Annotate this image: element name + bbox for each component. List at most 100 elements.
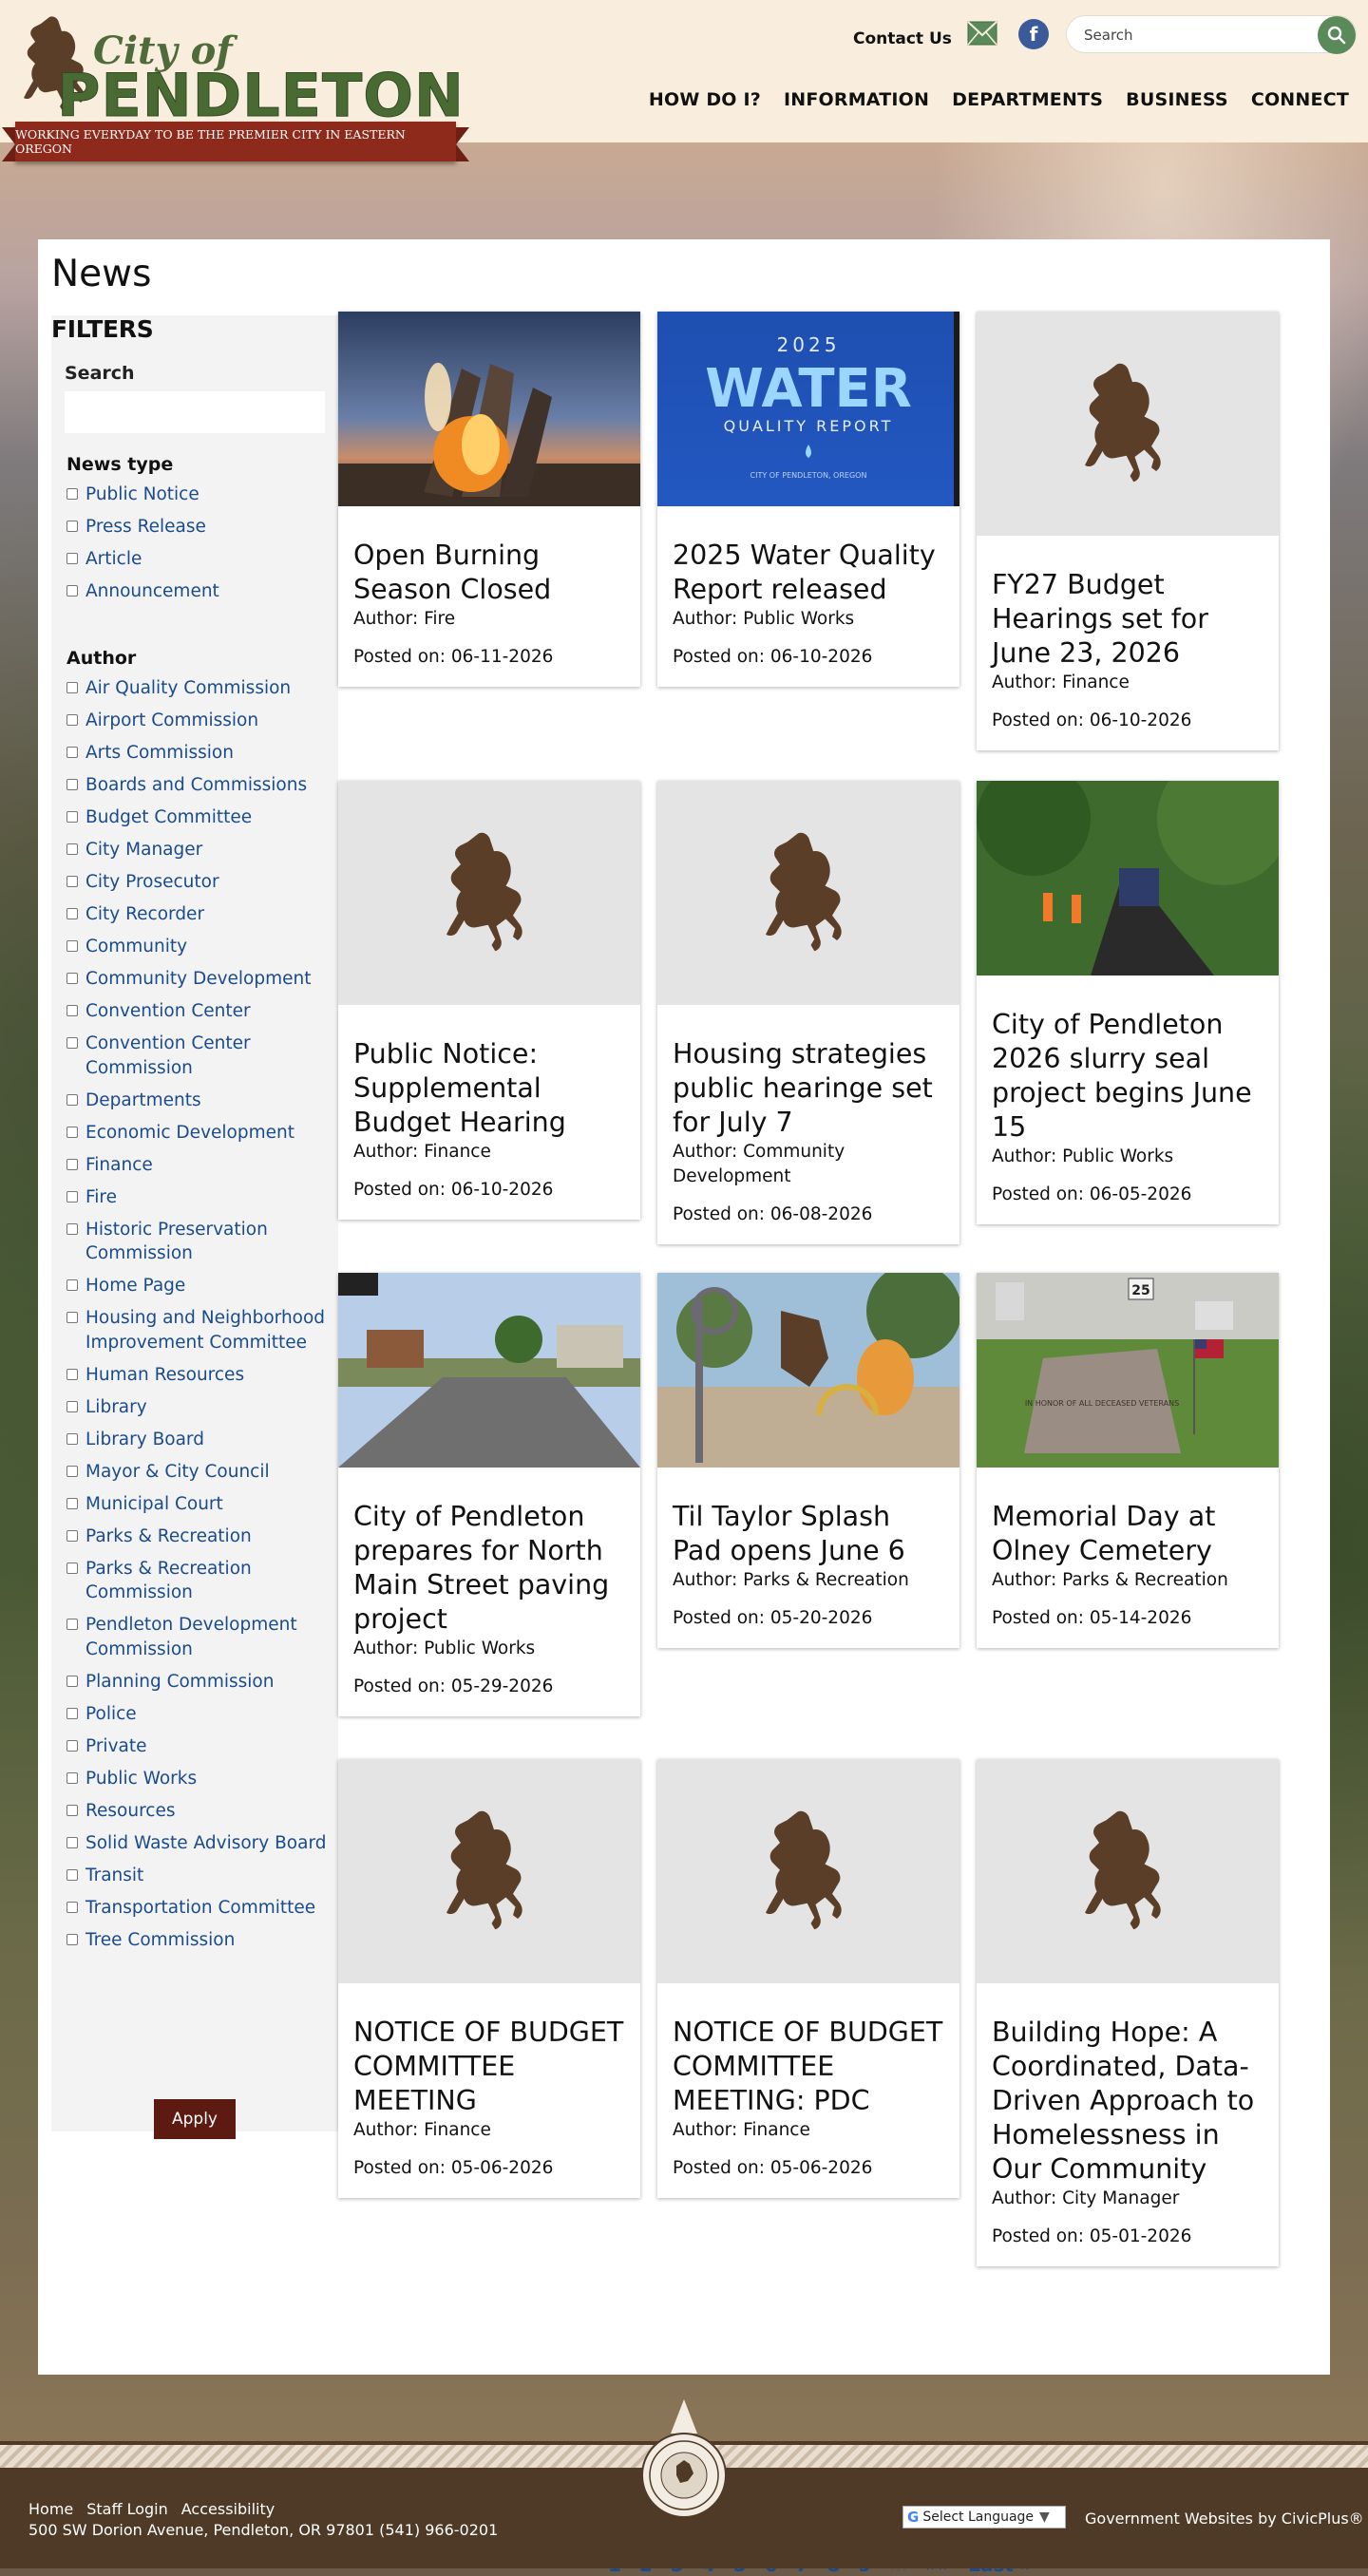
filter-author-historic-preservation-commission[interactable]: Historic Preservation Commission	[66, 1218, 336, 1266]
checkbox[interactable]	[66, 1432, 78, 1445]
checkbox[interactable]	[66, 488, 78, 500]
news-card-placeholder-image[interactable]	[977, 1759, 1279, 1983]
news-card-image[interactable]: 2025 WATER QUALITY REPORT CITY OF PENDLETON…	[657, 312, 960, 506]
filter-author-planning-commission[interactable]: Planning Commission	[66, 1670, 336, 1695]
checkbox[interactable]	[66, 811, 78, 823]
news-card-placeholder-image[interactable]	[657, 781, 960, 1005]
civicplus-credit[interactable]: Government Websites by CivicPlus®	[1085, 2510, 1364, 2528]
filter-news-type-article[interactable]: Article	[66, 547, 336, 572]
filter-option-label[interactable]: Mayor & City Council	[86, 1460, 270, 1485]
filter-option-label[interactable]: Press Release	[86, 515, 206, 540]
filter-author-resources[interactable]: Resources	[66, 1799, 336, 1824]
filter-author-library[interactable]: Library	[66, 1395, 336, 1420]
news-card-title[interactable]: Til Taylor Splash Pad opens June 6	[673, 1500, 944, 1568]
filter-option-label[interactable]: Economic Development	[86, 1121, 294, 1146]
checkbox[interactable]	[66, 1836, 78, 1848]
checkbox[interactable]	[66, 1190, 78, 1203]
filter-option-label[interactable]: Solid Waste Advisory Board	[86, 1831, 327, 1856]
filter-option-label[interactable]: Parks & Recreation Commission	[86, 1557, 336, 1605]
filter-news-type-press-release[interactable]: Press Release	[66, 515, 336, 540]
filter-author-boards-and-commissions[interactable]: Boards and Commissions	[66, 773, 336, 798]
filter-news-type-announcement[interactable]: Announcement	[66, 579, 336, 604]
filter-option-label[interactable]: Article	[86, 547, 142, 572]
checkbox[interactable]	[66, 1368, 78, 1380]
news-card-image[interactable]	[338, 312, 640, 506]
site-search-button[interactable]	[1318, 16, 1356, 54]
filter-option-label[interactable]: Convention Center	[86, 999, 251, 1024]
filter-author-parks-and-recreation[interactable]: Parks & Recreation	[66, 1525, 336, 1549]
checkbox[interactable]	[66, 682, 78, 693]
filter-option-label[interactable]: Air Quality Commission	[86, 676, 291, 701]
news-card-title[interactable]: NOTICE OF BUDGET COMMITTEE MEETING	[353, 2016, 625, 2118]
filter-author-city-prosecutor[interactable]: City Prosecutor	[66, 870, 336, 895]
filter-option-label[interactable]: Fire	[86, 1185, 117, 1210]
checkbox[interactable]	[66, 779, 78, 790]
filter-option-label[interactable]: Parks & Recreation	[86, 1525, 252, 1549]
filter-author-private[interactable]: Private	[66, 1734, 336, 1759]
footer-home-link[interactable]: Home	[28, 2500, 73, 2518]
news-card-title[interactable]: Housing strategies public hearinge set f…	[673, 1037, 944, 1140]
checkbox[interactable]	[66, 553, 78, 564]
filter-author-city-manager[interactable]: City Manager	[66, 838, 336, 862]
filter-option-label[interactable]: City Manager	[86, 838, 202, 862]
filter-author-city-recorder[interactable]: City Recorder	[66, 902, 336, 927]
checkbox[interactable]	[66, 1312, 78, 1323]
news-card-title[interactable]: Building Hope: A Coordinated, Data-Drive…	[992, 2016, 1264, 2187]
filter-author-parks-and-recreation-commission[interactable]: Parks & Recreation Commission	[66, 1557, 336, 1605]
filter-author-fire[interactable]: Fire	[66, 1185, 336, 1210]
language-select[interactable]: G Select Language ▼	[902, 2506, 1066, 2529]
filter-option-label[interactable]: Library Board	[86, 1428, 204, 1452]
news-card[interactable]: 25 IN HONOR OF ALL DECEASED VETERANS Memor…	[977, 1273, 1279, 1648]
news-card-image[interactable]: 25 IN HONOR OF ALL DECEASED VETERANS	[977, 1273, 1279, 1468]
news-card-image[interactable]	[657, 1273, 960, 1468]
filter-author-transit[interactable]: Transit	[66, 1864, 336, 1888]
checkbox[interactable]	[66, 1868, 78, 1881]
news-card[interactable]: Building Hope: A Coordinated, Data-Drive…	[977, 1759, 1279, 2266]
site-logo[interactable]: City of PENDLETON	[17, 11, 464, 131]
news-card-placeholder-image[interactable]	[338, 1759, 640, 1983]
checkbox[interactable]	[66, 940, 78, 952]
checkbox[interactable]	[66, 1279, 78, 1291]
filter-option-label[interactable]: Community	[86, 935, 187, 959]
news-card[interactable]: NOTICE OF BUDGET COMMITTEE MEETING Author…	[338, 1759, 640, 2198]
filter-author-human-resources[interactable]: Human Resources	[66, 1363, 336, 1388]
filter-option-label[interactable]: Planning Commission	[86, 1670, 274, 1695]
news-card-title[interactable]: Public Notice: Supplemental Budget Heari…	[353, 1037, 625, 1140]
footer-staff-login-link[interactable]: Staff Login	[86, 2500, 168, 2518]
filter-option-label[interactable]: Transit	[86, 1864, 143, 1888]
filter-author-air-quality-commission[interactable]: Air Quality Commission	[66, 676, 336, 701]
checkbox[interactable]	[66, 1126, 78, 1138]
checkbox[interactable]	[66, 1804, 78, 1816]
news-card-placeholder-image[interactable]	[657, 1759, 960, 1983]
news-card[interactable]: NOTICE OF BUDGET COMMITTEE MEETING: PDC A…	[657, 1759, 960, 2198]
filter-author-economic-development[interactable]: Economic Development	[66, 1121, 336, 1146]
filter-option-label[interactable]: Boards and Commissions	[86, 773, 307, 798]
filter-author-public-works[interactable]: Public Works	[66, 1767, 336, 1791]
checkbox[interactable]	[66, 1707, 78, 1719]
filter-option-label[interactable]: Human Resources	[86, 1363, 244, 1388]
checkbox[interactable]	[66, 1739, 78, 1752]
filter-author-arts-commission[interactable]: Arts Commission	[66, 741, 336, 766]
checkbox[interactable]	[66, 876, 78, 887]
filter-author-departments[interactable]: Departments	[66, 1089, 336, 1113]
filter-option-label[interactable]: Library	[86, 1395, 147, 1420]
nav-how-do-i[interactable]: HOW DO I?	[649, 89, 761, 110]
filter-author-solid-waste-advisory-board[interactable]: Solid Waste Advisory Board	[66, 1831, 336, 1856]
filter-author-convention-center-commission[interactable]: Convention Center Commission	[66, 1032, 336, 1080]
checkbox[interactable]	[66, 585, 78, 597]
filter-author-transportation-committee[interactable]: Transportation Committee	[66, 1896, 336, 1921]
contact-us-link[interactable]: Contact Us	[853, 29, 952, 48]
checkbox[interactable]	[66, 1675, 78, 1687]
checkbox[interactable]	[66, 973, 78, 984]
filter-author-budget-committee[interactable]: Budget Committee	[66, 805, 336, 830]
checkbox[interactable]	[66, 908, 78, 919]
filter-option-label[interactable]: Community Development	[86, 967, 312, 992]
checkbox[interactable]	[66, 1400, 78, 1412]
checkbox[interactable]	[66, 1562, 78, 1574]
news-card-title[interactable]: City of Pendleton 2026 slurry seal proje…	[992, 1008, 1264, 1145]
checkbox[interactable]	[66, 1093, 78, 1106]
footer-accessibility-link[interactable]: Accessibility	[181, 2500, 275, 2518]
filter-option-label[interactable]: Police	[86, 1702, 137, 1727]
checkbox[interactable]	[66, 1933, 78, 1945]
filter-option-label[interactable]: Municipal Court	[86, 1492, 223, 1517]
